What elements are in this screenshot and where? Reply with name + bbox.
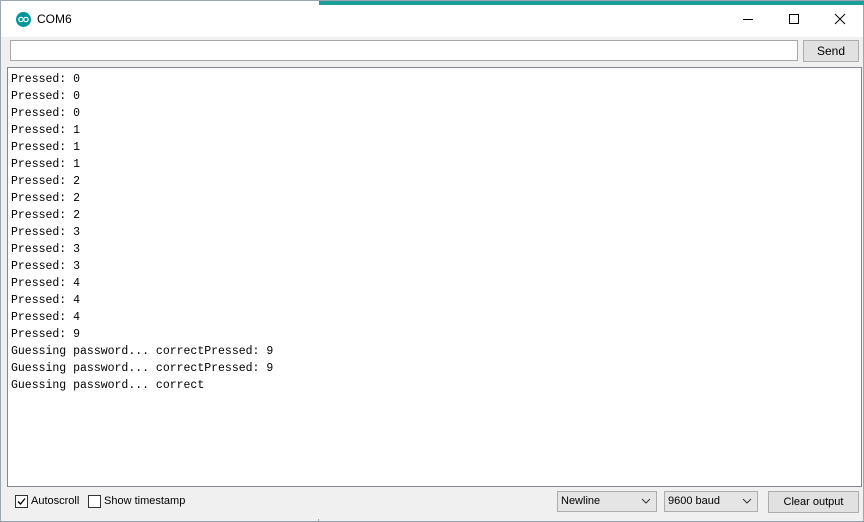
output-line: Pressed: 9 — [11, 328, 81, 341]
output-line: Pressed: 1 — [11, 141, 81, 154]
chevron-down-icon — [641, 498, 651, 504]
clear-output-button[interactable]: Clear output — [768, 491, 859, 513]
output-line: Pressed: 1 — [11, 124, 81, 137]
minimize-icon — [743, 19, 753, 20]
close-button[interactable] — [817, 1, 863, 37]
output-line: Pressed: 3 — [11, 243, 81, 256]
output-line: Guessing password... correctPressed: 9 — [11, 362, 274, 375]
footer-bar: Autoscroll Show timestamp Newline 9600 b… — [1, 487, 863, 521]
show-timestamp-label[interactable]: Show timestamp — [104, 495, 185, 507]
window-accent-strip — [319, 1, 864, 5]
output-line: Pressed: 0 — [11, 90, 81, 103]
output-line: Pressed: 2 — [11, 209, 81, 222]
output-line: Pressed: 3 — [11, 226, 81, 239]
send-button[interactable]: Send — [803, 40, 859, 62]
output-line: Pressed: 4 — [11, 311, 81, 324]
minimize-button[interactable] — [725, 1, 771, 37]
output-line: Guessing password... correctPressed: 9 — [11, 345, 274, 358]
send-row: Send — [1, 37, 863, 67]
title-bar[interactable]: COM6 — [1, 1, 863, 37]
output-line: Pressed: 0 — [11, 107, 81, 120]
output-line: Pressed: 2 — [11, 175, 81, 188]
baud-rate-value: 9600 baud — [668, 495, 720, 507]
close-icon — [834, 13, 846, 25]
serial-monitor-window: COM6 Send Pressed: 0 Pressed: 0 Pressed: 0… — [0, 0, 864, 522]
output-line: Pressed: 0 — [11, 73, 81, 86]
line-ending-select[interactable]: Newline — [557, 491, 657, 512]
output-line: Pressed: 2 — [11, 192, 81, 205]
output-line: Pressed: 1 — [11, 158, 81, 171]
autoscroll-checkbox[interactable] — [15, 495, 28, 508]
output-line: Pressed: 4 — [11, 294, 81, 307]
send-input[interactable] — [10, 40, 798, 61]
output-line: Pressed: 4 — [11, 277, 81, 290]
output-line: Guessing password... correct — [11, 379, 205, 392]
output-lines: Pressed: 0 Pressed: 0 Pressed: 0 Pressed: 1… — [11, 71, 273, 394]
autoscroll-label[interactable]: Autoscroll — [31, 495, 79, 507]
show-timestamp-checkbox[interactable] — [88, 495, 101, 508]
output-line: Pressed: 3 — [11, 260, 81, 273]
line-ending-value: Newline — [561, 495, 601, 507]
maximize-icon — [789, 14, 799, 24]
checkmark-icon — [17, 498, 26, 505]
serial-output-area[interactable]: Pressed: 0 Pressed: 0 Pressed: 0 Pressed: 1… — [7, 67, 862, 487]
chevron-down-icon — [742, 498, 752, 504]
arduino-icon — [16, 12, 31, 27]
window-title: COM6 — [37, 12, 72, 26]
baud-rate-select[interactable]: 9600 baud — [664, 491, 758, 512]
maximize-button[interactable] — [771, 1, 817, 37]
